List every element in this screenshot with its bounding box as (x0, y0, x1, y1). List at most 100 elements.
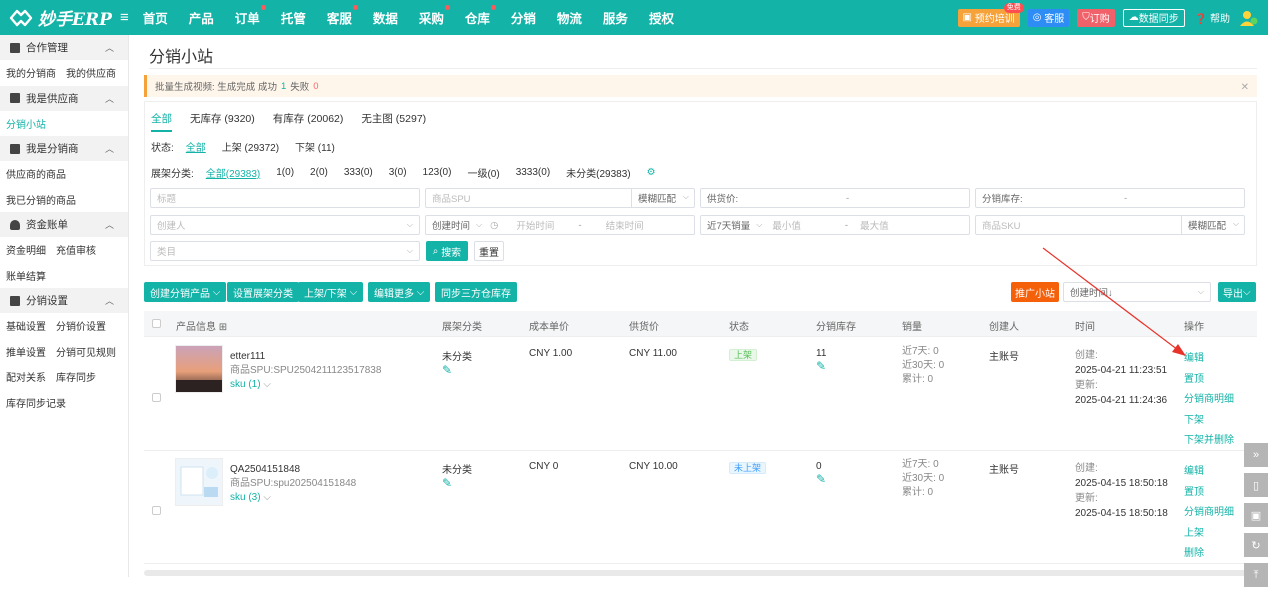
sidebar-group[interactable]: 合作管理 ︿ (0, 35, 128, 60)
action-link[interactable]: 分销商明细 (1184, 503, 1234, 524)
edit-icon[interactable]: ✎ (816, 472, 826, 486)
product-name[interactable]: etter111 (230, 350, 381, 364)
action-link[interactable]: 置顶 (1184, 370, 1234, 391)
hamburger-menu-icon[interactable]: ≡ (120, 9, 129, 26)
training-button[interactable]: ▣ 预约培训 免费 (957, 2, 1024, 27)
action-link[interactable]: 下架并删除 (1184, 431, 1234, 452)
sidebar-group[interactable]: 资金账单 ︿ (0, 212, 128, 237)
product-thumbnail[interactable] (175, 458, 223, 506)
set-shelf-button[interactable]: 设置展架分类 (227, 282, 299, 302)
sidebar-item[interactable]: 充值审核 (56, 242, 96, 257)
back-to-top-icon[interactable]: ⤒ (1244, 563, 1268, 587)
sidebar-item[interactable]: 推单设置 (6, 344, 46, 359)
order-button[interactable]: ⛉ 订购 (1077, 8, 1115, 27)
spu-input[interactable]: 商品SPU 模糊匹配 ⌵ (425, 188, 695, 208)
service-button[interactable]: ◎ 客服 (1027, 8, 1070, 27)
tab-stock[interactable]: 无主图 (5297) (361, 111, 426, 132)
tab-stock[interactable]: 全部 (151, 111, 172, 132)
stock-range[interactable]: 分销库存: - (975, 188, 1245, 208)
close-icon[interactable]: ✕ (1241, 82, 1249, 93)
expand-icon[interactable]: ⊞ (219, 322, 227, 333)
shelf-option[interactable]: 2(0) (310, 167, 328, 178)
edit-icon[interactable]: ✎ (442, 363, 472, 377)
mobile-icon[interactable]: ▯ (1244, 473, 1268, 497)
product-name[interactable]: QA2504151848 (230, 463, 356, 477)
sidebar-item[interactable]: 我的供应商 (66, 65, 116, 80)
nav-item[interactable]: 授权 (649, 8, 674, 27)
status-option[interactable]: 全部 (186, 139, 206, 154)
status-option[interactable]: 上架 (29372) (222, 139, 279, 154)
help-button[interactable]: ❓ 帮助 (1195, 10, 1230, 25)
nav-item[interactable]: 托管 (281, 8, 306, 27)
sales-range[interactable]: 近7天销量 ⌵ 最小值 - 最大值 (700, 215, 970, 235)
sidebar-group[interactable]: 我是供应商 ︿ (0, 85, 128, 111)
action-link[interactable]: 分销商明细 (1184, 390, 1234, 411)
nav-item[interactable]: 产品 (189, 8, 214, 27)
sidebar-item[interactable]: 资金明细 (6, 242, 46, 257)
onoff-shelf-button[interactable]: 上架/下架 ⌵ (298, 282, 364, 302)
edit-more-button[interactable]: 编辑更多 ⌵ (368, 282, 431, 302)
row-checkbox[interactable] (152, 393, 161, 402)
sku-toggle[interactable]: sku (1) ⌵ (230, 378, 381, 392)
horizontal-scrollbar[interactable] (144, 570, 1257, 576)
refresh-icon[interactable]: ↻ (1244, 533, 1268, 557)
row-checkbox[interactable] (152, 506, 161, 515)
promote-site-button[interactable]: 推广小站 (1011, 282, 1059, 302)
nav-item[interactable]: 订单 (235, 5, 266, 27)
shelf-option[interactable]: 3(0) (389, 167, 407, 178)
sidebar-item[interactable]: 配对关系 (6, 369, 46, 384)
category-select[interactable]: 类目 ⌵ (150, 241, 420, 261)
action-link[interactable]: 编辑 (1184, 462, 1234, 483)
select-all-checkbox[interactable] (152, 319, 161, 328)
nav-item[interactable]: 仓库 (465, 5, 496, 27)
nav-item[interactable]: 服务 (603, 8, 628, 27)
action-link[interactable]: 置顶 (1184, 483, 1234, 504)
supply-price-range[interactable]: 供货价: - (700, 188, 970, 208)
shelf-option[interactable]: 全部(29383) (206, 165, 260, 180)
sidebar-group[interactable]: 我是分销商 ︿ (0, 136, 128, 161)
title-input[interactable]: 标题 (150, 188, 420, 208)
edit-icon[interactable]: ✎ (816, 359, 826, 373)
search-button[interactable]: ⌕ 搜索 (426, 241, 468, 261)
action-link[interactable]: 下架 (1184, 411, 1234, 432)
spu-match-select[interactable]: 模糊匹配 ⌵ (631, 188, 695, 208)
reset-button[interactable]: 重置 (474, 241, 504, 261)
product-thumbnail[interactable] (175, 345, 223, 393)
sku-input[interactable]: 商品SKU 模糊匹配 ⌵ (975, 215, 1245, 235)
sidebar-item[interactable]: 供应商的商品 (6, 166, 66, 181)
status-option[interactable]: 下架 (11) (295, 139, 335, 154)
shelf-option[interactable]: 未分类(29383) (566, 165, 630, 180)
sidebar-item[interactable]: 我的分销商 (6, 65, 56, 80)
sku-match-select[interactable]: 模糊匹配 ⌵ (1181, 215, 1245, 235)
sidebar-item[interactable]: 分销小站 (6, 116, 46, 131)
shelf-option[interactable]: 3333(0) (516, 167, 550, 178)
nav-item[interactable]: 首页 (143, 8, 168, 27)
action-link[interactable]: 上架 (1184, 524, 1234, 545)
shelf-option[interactable]: 1(0) (276, 167, 294, 178)
sort-select[interactable]: 创建时间↓ ⌵ (1063, 282, 1211, 302)
nav-item[interactable]: 数据 (373, 8, 398, 27)
logo[interactable]: 妙手ERP (8, 5, 112, 30)
export-button[interactable]: 导出 ⌵ (1218, 282, 1256, 302)
sync-third-party-stock-button[interactable]: 同步三方仓库存 (435, 282, 517, 302)
save-icon[interactable]: ▣ (1244, 503, 1268, 527)
collapse-icon[interactable]: » (1244, 443, 1268, 467)
shelf-option[interactable]: 一级(0) (467, 165, 499, 180)
sidebar-item[interactable]: 我已分销的商品 (6, 192, 76, 207)
shelf-option[interactable]: 123(0) (423, 167, 452, 178)
gear-icon[interactable]: ⚙ (647, 167, 656, 178)
sidebar-item[interactable]: 基础设置 (6, 318, 46, 333)
sidebar-item[interactable]: 账单结算 (6, 268, 46, 283)
edit-icon[interactable]: ✎ (442, 476, 472, 490)
action-link[interactable]: 编辑 (1184, 349, 1234, 370)
sku-toggle[interactable]: sku (3) ⌵ (230, 491, 356, 505)
nav-item[interactable]: 客服 (327, 5, 358, 27)
nav-item[interactable]: 分销 (511, 8, 536, 27)
shelf-option[interactable]: 333(0) (344, 167, 373, 178)
avatar[interactable] (1238, 8, 1258, 28)
nav-item[interactable]: 物流 (557, 8, 582, 27)
sidebar-item[interactable]: 库存同步记录 (6, 395, 66, 410)
data-sync-button[interactable]: ☁ 数据同步 (1122, 8, 1185, 27)
create-distribution-product-button[interactable]: 创建分销产品 ⌵ (144, 282, 227, 302)
sidebar-item[interactable]: 库存同步 (56, 369, 96, 384)
